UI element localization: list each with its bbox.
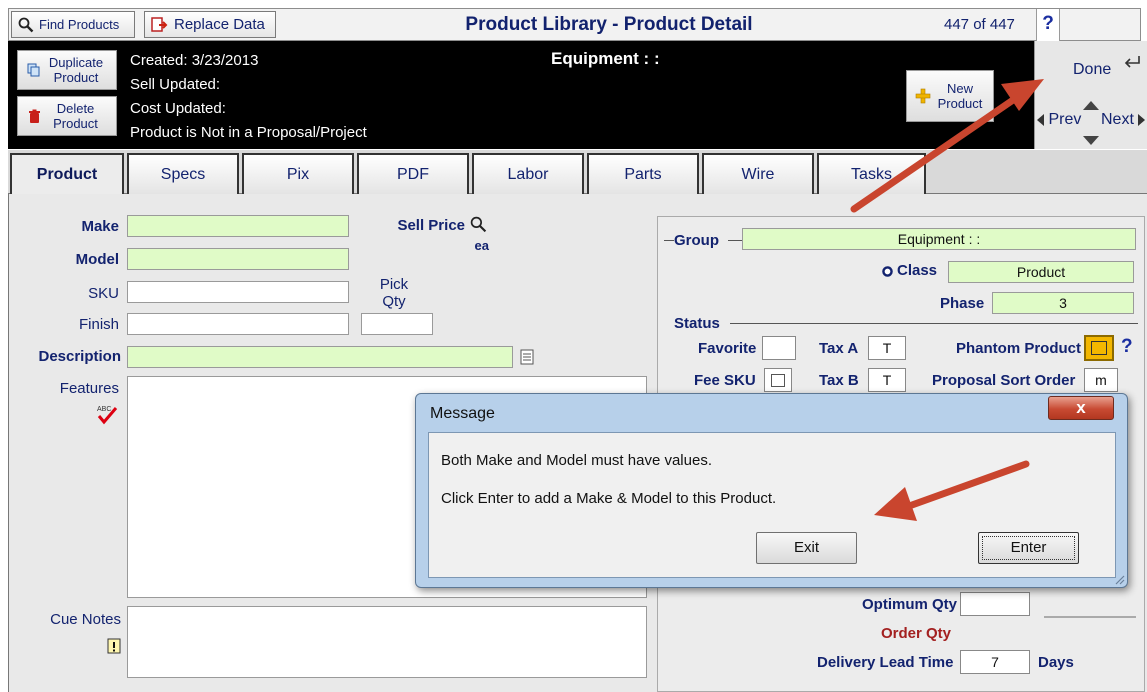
- annotation-arrows: [850, 79, 1044, 521]
- arrow-to-enter-icon: [874, 460, 1030, 521]
- arrow-to-done-icon: [850, 79, 1044, 213]
